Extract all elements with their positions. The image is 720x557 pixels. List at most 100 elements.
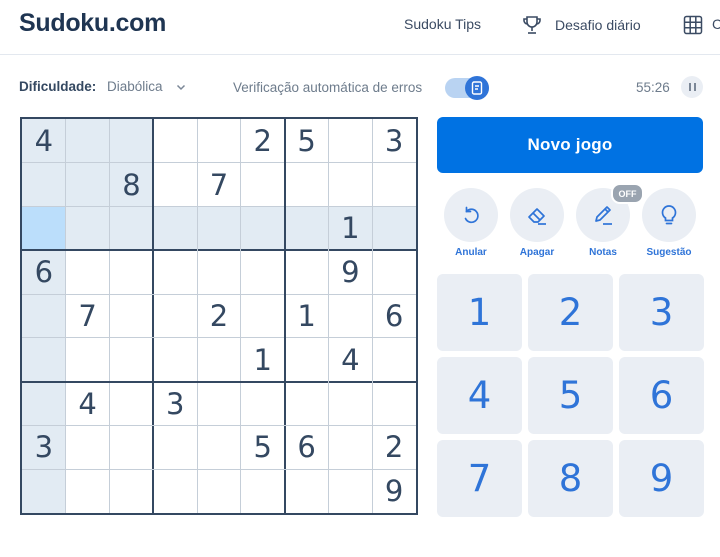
grid-icon[interactable] <box>683 15 703 35</box>
board-cell[interactable] <box>66 250 110 294</box>
board-cell[interactable] <box>197 469 241 513</box>
board-cell[interactable] <box>241 250 285 294</box>
number-key-5[interactable]: 5 <box>528 357 613 434</box>
board-cell[interactable] <box>22 294 66 338</box>
board-cell[interactable]: 4 <box>328 338 372 382</box>
board-cell[interactable] <box>153 294 197 338</box>
board-cell[interactable] <box>197 382 241 426</box>
logo[interactable]: Sudoku.com <box>19 9 166 38</box>
board-cell[interactable]: 2 <box>197 294 241 338</box>
auto-check-toggle[interactable] <box>445 76 489 100</box>
board-cell[interactable]: 2 <box>241 119 285 163</box>
board-cell[interactable]: 4 <box>22 119 66 163</box>
board-cell[interactable] <box>372 163 416 207</box>
board-cell[interactable] <box>285 382 329 426</box>
board-cell[interactable] <box>285 163 329 207</box>
board-cell[interactable] <box>22 381 66 426</box>
board-cell[interactable] <box>328 469 372 513</box>
board-cell[interactable] <box>153 338 197 382</box>
board-cell[interactable]: 6 <box>285 425 329 469</box>
board-cell[interactable]: 3 <box>372 119 416 163</box>
board-cell[interactable] <box>153 163 197 207</box>
board-cell[interactable] <box>66 469 110 513</box>
erase-button[interactable]: Apagar <box>509 188 565 258</box>
board-cell[interactable] <box>197 338 241 382</box>
board-cell[interactable] <box>22 337 66 382</box>
board-cell[interactable] <box>110 338 154 382</box>
board-cell[interactable] <box>197 206 241 251</box>
board-cell[interactable] <box>241 294 285 338</box>
number-key-6[interactable]: 6 <box>619 357 704 434</box>
board-cell[interactable]: 1 <box>241 338 285 382</box>
board-cell[interactable] <box>153 250 197 294</box>
board-cell[interactable] <box>240 206 285 251</box>
board-cell[interactable] <box>65 162 110 207</box>
board-cell[interactable] <box>284 206 329 251</box>
number-key-1[interactable]: 1 <box>437 274 522 351</box>
board-cell[interactable] <box>109 206 154 251</box>
number-key-8[interactable]: 8 <box>528 440 613 517</box>
board-cell[interactable]: 9 <box>372 469 416 513</box>
new-game-button[interactable]: Novo jogo <box>437 117 703 173</box>
nav-more-cut[interactable]: C <box>712 16 720 32</box>
nav-daily-challenge[interactable]: Desafio diário <box>521 13 641 37</box>
board-cell[interactable] <box>110 382 154 426</box>
number-key-9[interactable]: 9 <box>619 440 704 517</box>
board-cell[interactable] <box>241 163 285 207</box>
board-cell[interactable] <box>372 206 416 251</box>
board-cell[interactable] <box>65 119 110 163</box>
board-cell[interactable] <box>241 469 285 513</box>
board-cell[interactable] <box>22 162 66 207</box>
board-cell[interactable]: 6 <box>22 250 66 295</box>
board-cell[interactable] <box>328 163 372 207</box>
board-cell[interactable] <box>153 206 198 251</box>
board-cell[interactable] <box>197 119 241 163</box>
board-cell[interactable] <box>328 382 372 426</box>
board-cell[interactable] <box>372 338 416 382</box>
board-cell[interactable] <box>66 338 110 382</box>
board-cell[interactable]: 4 <box>66 382 110 426</box>
pause-button[interactable] <box>681 76 703 98</box>
board-cell[interactable] <box>285 338 329 382</box>
board-cell[interactable] <box>110 425 154 469</box>
board-cell[interactable]: 7 <box>197 163 241 207</box>
board-cell[interactable] <box>372 382 416 426</box>
board-cell[interactable]: 5 <box>285 119 329 163</box>
board-cell[interactable] <box>110 250 154 294</box>
board-cell[interactable]: 6 <box>372 294 416 338</box>
board-cell[interactable] <box>110 294 154 338</box>
board-cell[interactable] <box>109 119 154 163</box>
difficulty-select[interactable]: Diabólica <box>107 79 163 94</box>
board-cell[interactable] <box>372 250 416 294</box>
board-cell[interactable]: 5 <box>241 425 285 469</box>
number-key-3[interactable]: 3 <box>619 274 704 351</box>
board-cell[interactable]: 3 <box>22 425 66 470</box>
board-cell[interactable] <box>285 250 329 294</box>
undo-button[interactable]: Anular <box>443 188 499 258</box>
board-cell[interactable] <box>153 425 197 469</box>
board-cell[interactable] <box>328 119 372 163</box>
board-cell[interactable] <box>110 469 154 513</box>
board-cell[interactable] <box>65 206 110 251</box>
board-cell[interactable]: 2 <box>372 425 416 469</box>
chevron-down-icon[interactable] <box>175 80 187 92</box>
board-cell[interactable]: 8 <box>109 162 154 207</box>
board-cell[interactable] <box>153 469 197 513</box>
number-key-7[interactable]: 7 <box>437 440 522 517</box>
board-cell[interactable] <box>328 294 372 338</box>
nav-sudoku-tips[interactable]: Sudoku Tips <box>404 16 481 32</box>
board-cell[interactable] <box>197 425 241 469</box>
board-cell[interactable]: 1 <box>285 294 329 338</box>
board-cell[interactable] <box>22 469 66 513</box>
board-cell[interactable] <box>66 425 110 469</box>
board-cell[interactable]: 3 <box>153 382 197 426</box>
number-key-2[interactable]: 2 <box>528 274 613 351</box>
board-cell[interactable] <box>285 469 329 513</box>
board-cell[interactable]: 7 <box>66 294 110 338</box>
board-cell[interactable] <box>197 250 241 294</box>
hint-button[interactable]: Sugestão <box>641 188 697 258</box>
board-cell[interactable] <box>153 119 197 163</box>
board-cell[interactable] <box>22 206 66 251</box>
number-key-4[interactable]: 4 <box>437 357 522 434</box>
board-cell[interactable]: 9 <box>328 250 372 294</box>
